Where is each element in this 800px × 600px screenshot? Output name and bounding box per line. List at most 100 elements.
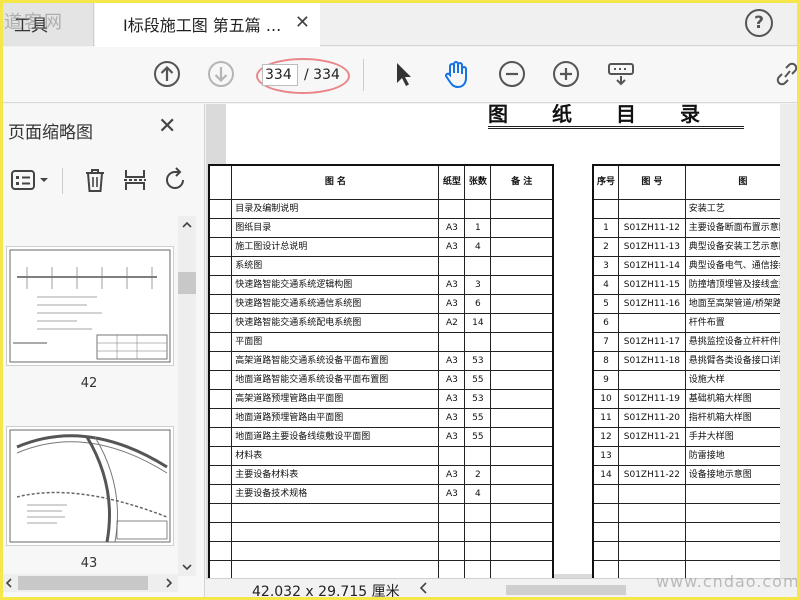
table-cell: [592, 198, 620, 219]
table-cell: A3: [438, 483, 466, 504]
close-panel-icon[interactable]: ✕: [158, 114, 176, 139]
thumbnail-label-42: 42: [80, 376, 98, 391]
table-cell: [438, 521, 466, 542]
drawing-list-table: 图 名纸型 张数备 注 目录及编制说明 图纸目录 A3 1 施工图设计总说明 A3 4 系统图快…: [208, 164, 554, 600]
table-row: 地面道路预埋管路由平面图 A3 55: [208, 407, 554, 428]
table-header-cell: [208, 164, 233, 200]
table-cell: A3: [438, 388, 466, 409]
table-row: 施工图设计总说明 A3 4: [208, 236, 554, 257]
table-cell: 2: [464, 464, 492, 485]
select-cursor-icon[interactable]: [388, 59, 418, 89]
table-cell: [490, 426, 554, 447]
table-cell: 3: [464, 274, 492, 295]
table-cell: [618, 198, 686, 219]
table-cell: [490, 274, 554, 295]
table-cell: [438, 255, 466, 276]
table-cell: A3: [438, 369, 466, 390]
table-cell: [208, 255, 233, 276]
help-icon[interactable]: ?: [745, 9, 773, 37]
thumbnail-list: 42 43: [0, 216, 178, 576]
table-row: 高架道路智能交通系统设备平面布置图 A3 53: [208, 350, 554, 371]
table-cell: [231, 521, 440, 542]
undo-icon[interactable]: [160, 166, 190, 194]
table-row: [208, 540, 554, 561]
table-cell: 高架道路预埋管路由平面图: [231, 388, 440, 409]
table-cell: 14: [464, 312, 492, 333]
thumbnail-page-42[interactable]: [6, 246, 174, 366]
table-cell: [618, 502, 686, 523]
split-page-icon[interactable]: [120, 166, 150, 194]
table-cell: [490, 521, 554, 542]
table-cell: S01ZH11-16: [618, 293, 686, 314]
table-header-cell: 纸型: [438, 164, 466, 200]
stamp-icon[interactable]: [606, 59, 636, 89]
document-vertical-scrollbar[interactable]: [780, 104, 798, 578]
table-cell: [490, 312, 554, 333]
table-cell: [592, 502, 620, 523]
scroll-left-icon[interactable]: [418, 580, 428, 600]
table-cell: 快速路智能交通系统配电系统图: [231, 312, 440, 333]
zoom-out-icon[interactable]: [497, 59, 527, 89]
table-row: 地面道路主要设备线缆敷设平面图 A3 55: [208, 426, 554, 447]
table-cell: 4: [464, 483, 492, 504]
next-page-icon[interactable]: [206, 59, 236, 89]
link-icon[interactable]: [772, 59, 800, 89]
table-row: 13 防雷接地: [592, 445, 800, 466]
close-tab-icon[interactable]: ✕: [295, 12, 310, 33]
table-cell: 系统图: [231, 255, 440, 276]
table-cell: [208, 559, 233, 580]
drawing-detail-table: 序号图 号图 安装工艺 1 S01ZH11-12 主要设备断面布置示意图 2 S01ZH1…: [592, 164, 800, 600]
table-cell: [208, 502, 233, 523]
document-hscroll-thumb[interactable]: [506, 585, 626, 595]
table-cell: 地面道路主要设备线缆敷设平面图: [231, 426, 440, 447]
table-cell: A3: [438, 293, 466, 314]
table-cell: S01ZH11-21: [618, 426, 686, 447]
table-cell: [231, 502, 440, 523]
table-cell: [464, 198, 492, 219]
table-cell: [464, 445, 492, 466]
table-cell: 10: [592, 388, 620, 409]
page-number-input[interactable]: [262, 64, 298, 86]
table-cell: 6: [464, 293, 492, 314]
panel-scroll-thumb[interactable]: [178, 272, 196, 294]
table-cell: [618, 540, 686, 561]
table-header-cell: 张数: [464, 164, 492, 200]
table-row: 9 设施大样: [592, 369, 800, 390]
table-cell: S01ZH11-22: [618, 464, 686, 485]
table-cell: [618, 369, 686, 390]
table-cell: 图纸目录: [231, 217, 440, 238]
document-viewport[interactable]: 图纸目录 图 名纸型 张数备 注 目录及编制说明 图纸目录 A3 1 施工图设计总说明 A3…: [206, 104, 800, 600]
table-cell: [208, 350, 233, 371]
table-cell: 8: [592, 350, 620, 371]
prev-page-icon[interactable]: [152, 59, 182, 89]
zoom-in-icon[interactable]: [551, 59, 581, 89]
toolbar-separator: [363, 59, 364, 91]
table-cell: 4: [464, 236, 492, 257]
table-row: 安装工艺: [592, 198, 800, 219]
table-row: 高架道路预埋管路由平面图 A3 53: [208, 388, 554, 409]
table-cell: A3: [438, 236, 466, 257]
panel-vertical-scrollbar[interactable]: [178, 216, 196, 576]
table-cell: 3: [592, 255, 620, 276]
table-cell: 12: [592, 426, 620, 447]
table-cell: [208, 293, 233, 314]
table-cell: S01ZH11-19: [618, 388, 686, 409]
thumbnail-page-43[interactable]: [6, 426, 174, 546]
table-cell: [490, 217, 554, 238]
table-cell: [438, 540, 466, 561]
options-menu-icon[interactable]: [8, 166, 52, 194]
table-cell: [438, 198, 466, 219]
table-cell: [464, 559, 492, 580]
table-cell: A3: [438, 426, 466, 447]
table-cell: 14: [592, 464, 620, 485]
hand-tool-icon[interactable]: [442, 59, 472, 89]
table-cell: 快速路智能交通系统逻辑构图: [231, 274, 440, 295]
table-row: 8 S01ZH11-18 悬挑臂各类设备接口详图: [592, 350, 800, 371]
table-cell: [208, 521, 233, 542]
table-row: 图纸目录 A3 1: [208, 217, 554, 238]
table-cell: 1: [464, 217, 492, 238]
panel-hscroll-thumb[interactable]: [18, 576, 148, 590]
table-cell: [208, 331, 233, 352]
tab-document[interactable]: I标段施工图 第五篇 ... ✕: [95, 0, 320, 47]
delete-page-icon[interactable]: [80, 166, 110, 194]
